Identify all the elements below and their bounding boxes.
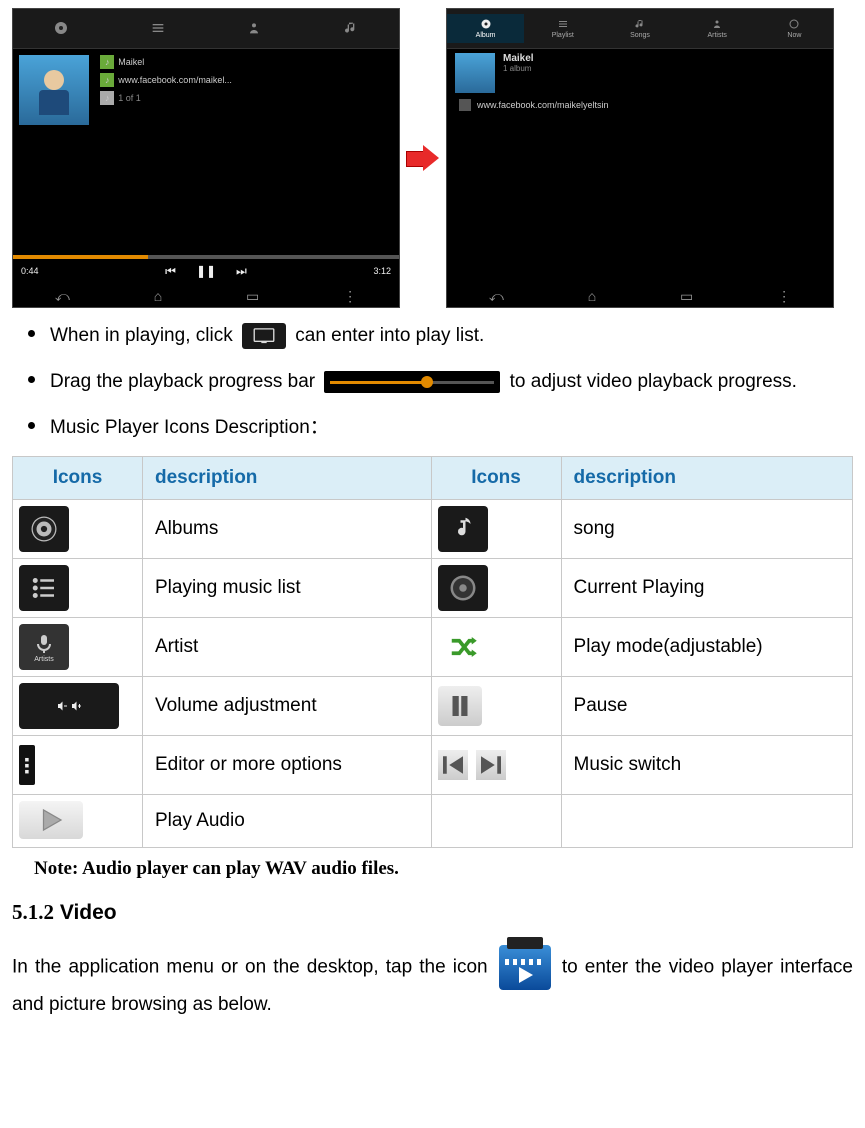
video-app-icon xyxy=(499,945,551,990)
arrow-right-icon xyxy=(406,145,440,171)
section-number: 5.1.2 xyxy=(12,900,54,924)
current-playing-icon xyxy=(438,565,488,611)
bullet-1-pre: When in playing, click xyxy=(50,325,238,346)
bullet-list: When in playing, click can enter into pl… xyxy=(12,318,853,446)
th-icons-1: Icons xyxy=(13,457,143,500)
svg-text:Artists: Artists xyxy=(34,656,54,662)
bullet-2-post: to adjust video playback progress. xyxy=(510,371,797,392)
play-mode-icon xyxy=(438,624,488,670)
desc-pause: Pause xyxy=(561,677,852,736)
song-icon xyxy=(438,506,488,552)
th-desc-2: description xyxy=(561,457,852,500)
screenshot-pair: ♪Maikel ♪www.facebook.com/maikel... ♪1 o… xyxy=(12,8,853,308)
table-header-row: Icons description Icons description xyxy=(13,457,853,500)
desc-current-playing: Current Playing xyxy=(561,559,852,618)
table-row: Playing music list Current Playing xyxy=(13,559,853,618)
table-row: Volume adjustment Pause xyxy=(13,677,853,736)
bullet-2: Drag the playback progress bar to adjust… xyxy=(50,364,853,400)
note-text: Note: Audio player can play WAV audio fi… xyxy=(34,858,853,880)
th-desc-1: description xyxy=(143,457,432,500)
desc-play-audio: Play Audio xyxy=(143,795,432,848)
play-audio-icon xyxy=(19,801,83,839)
playlist-tv-icon xyxy=(242,323,286,349)
th-icons-2: Icons xyxy=(431,457,561,500)
desc-more: Editor or more options xyxy=(143,736,432,795)
desc-volume: Volume adjustment xyxy=(143,677,432,736)
pause-icon xyxy=(438,686,482,726)
desc-switch: Music switch xyxy=(561,736,852,795)
table-row: Albums song xyxy=(13,500,853,559)
icons-description-table: Icons description Icons description Albu… xyxy=(12,456,853,848)
music-player-playing-screenshot: ♪Maikel ♪www.facebook.com/maikel... ♪1 o… xyxy=(12,8,400,308)
bullet-1: When in playing, click can enter into pl… xyxy=(50,318,853,354)
desc-empty xyxy=(561,795,852,848)
volume-icon xyxy=(19,683,119,729)
music-switch-icon xyxy=(438,742,506,788)
table-row: ▪▪▪ Editor or more options Music switch xyxy=(13,736,853,795)
video-paragraph: In the application menu or on the deskto… xyxy=(12,945,853,1019)
artist-icon: Artists xyxy=(19,624,69,670)
section-title: Video xyxy=(54,901,117,924)
music-player-list-screenshot: Album Playlist Songs Artists Now Maikel … xyxy=(446,8,834,308)
desc-playing-list: Playing music list xyxy=(143,559,432,618)
bullet-3: Music Player Icons Description： xyxy=(50,410,853,446)
section-heading: 5.1.2 Video xyxy=(12,900,853,925)
desc-artist: Artist xyxy=(143,618,432,677)
bullet-2-pre: Drag the playback progress bar xyxy=(50,371,320,392)
table-row: Artists Artist Play mode(adjustable) xyxy=(13,618,853,677)
desc-albums: Albums xyxy=(143,500,432,559)
table-row: Play Audio xyxy=(13,795,853,848)
desc-song: song xyxy=(561,500,852,559)
albums-icon xyxy=(19,506,69,552)
progress-bar-icon xyxy=(324,371,500,393)
bullet-1-post: can enter into play list. xyxy=(295,325,484,346)
video-para-pre: In the application menu or on the deskto… xyxy=(12,957,495,978)
desc-play-mode: Play mode(adjustable) xyxy=(561,618,852,677)
bullet-3-text: Music Player Icons Description： xyxy=(50,417,329,438)
more-options-icon: ▪▪▪ xyxy=(19,745,35,785)
playing-list-icon xyxy=(19,565,69,611)
